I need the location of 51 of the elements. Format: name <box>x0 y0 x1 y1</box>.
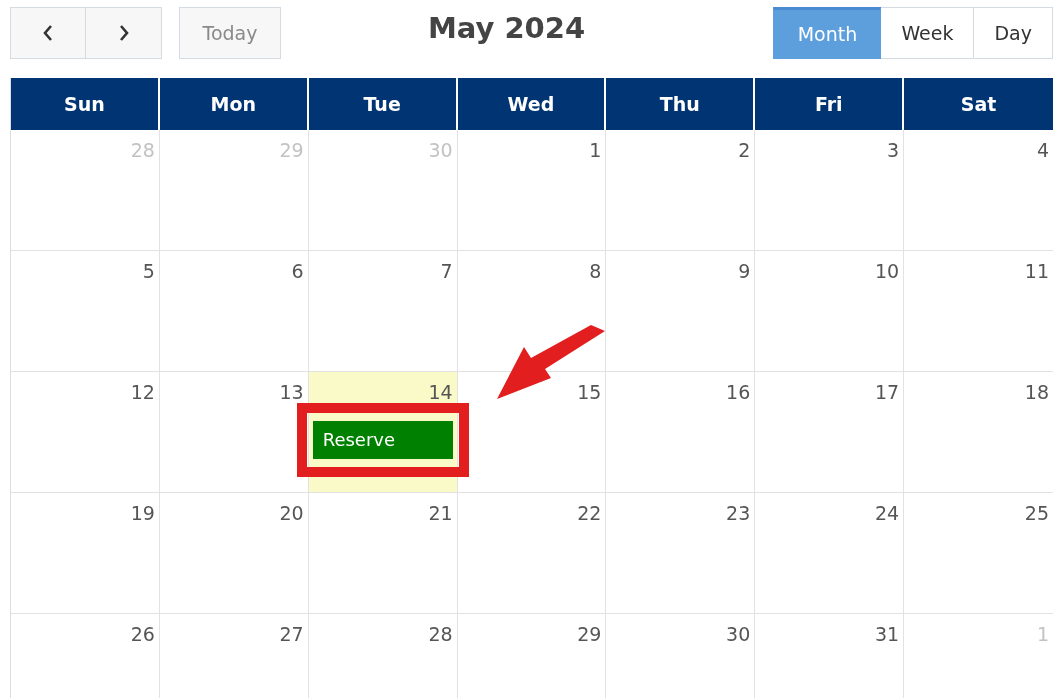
day-number: 26 <box>130 622 156 645</box>
weekday-header: Mon <box>159 78 309 130</box>
next-button[interactable] <box>86 7 162 59</box>
day-number: 30 <box>726 622 752 645</box>
day-number: 28 <box>428 622 454 645</box>
previous-button[interactable] <box>10 7 86 59</box>
day-number: 28 <box>130 138 156 161</box>
day-number: 24 <box>874 501 901 524</box>
day-number: 20 <box>279 501 305 524</box>
chevron-right-icon <box>117 24 130 42</box>
view-tab[interactable]: Month <box>773 7 882 59</box>
day-number: 25 <box>1024 501 1050 524</box>
day-number: 4 <box>1036 138 1050 161</box>
calendar-event[interactable]: Reserve <box>312 421 453 459</box>
day-number: 1 <box>1036 622 1050 645</box>
weekday-header: Thu <box>606 78 756 130</box>
weekday-header: Tue <box>308 78 458 130</box>
view-tab[interactable]: Day <box>974 7 1053 59</box>
day-number: 18 <box>1024 380 1050 403</box>
day-number: 23 <box>726 501 752 524</box>
day-number: 13 <box>279 380 305 403</box>
day-number: 10 <box>874 259 901 282</box>
weekday-header: Fri <box>755 78 905 130</box>
day-number: 29 <box>279 138 305 161</box>
day-number: 17 <box>874 380 901 403</box>
chevron-left-icon <box>42 24 54 42</box>
day-number: 12 <box>130 380 156 403</box>
day-number: 3 <box>887 138 901 161</box>
day-number: 8 <box>589 259 603 282</box>
weekday-header: Sun <box>11 78 160 130</box>
day-number: 5 <box>142 259 156 282</box>
day-number: 7 <box>440 259 454 282</box>
day-number: 27 <box>279 622 305 645</box>
day-number: 2 <box>738 138 752 161</box>
day-number: 31 <box>874 622 901 645</box>
day-number: 15 <box>577 380 603 403</box>
day-number: 14 <box>428 380 454 403</box>
weekday-header: Sat <box>959 92 998 117</box>
day-number: 6 <box>291 259 305 282</box>
day-number: 19 <box>130 501 156 524</box>
view-tab[interactable]: Week <box>881 7 975 59</box>
day-number: 9 <box>738 259 752 282</box>
day-number: 22 <box>577 501 603 524</box>
day-number: 11 <box>1024 259 1050 282</box>
day-number: 16 <box>726 380 752 403</box>
calendar-title: May 2024 <box>427 11 587 45</box>
weekday-header: Wed <box>457 78 607 130</box>
day-number: 1 <box>589 138 603 161</box>
day-number: 29 <box>577 622 603 645</box>
day-number: 30 <box>428 138 454 161</box>
day-number: 21 <box>428 501 454 524</box>
